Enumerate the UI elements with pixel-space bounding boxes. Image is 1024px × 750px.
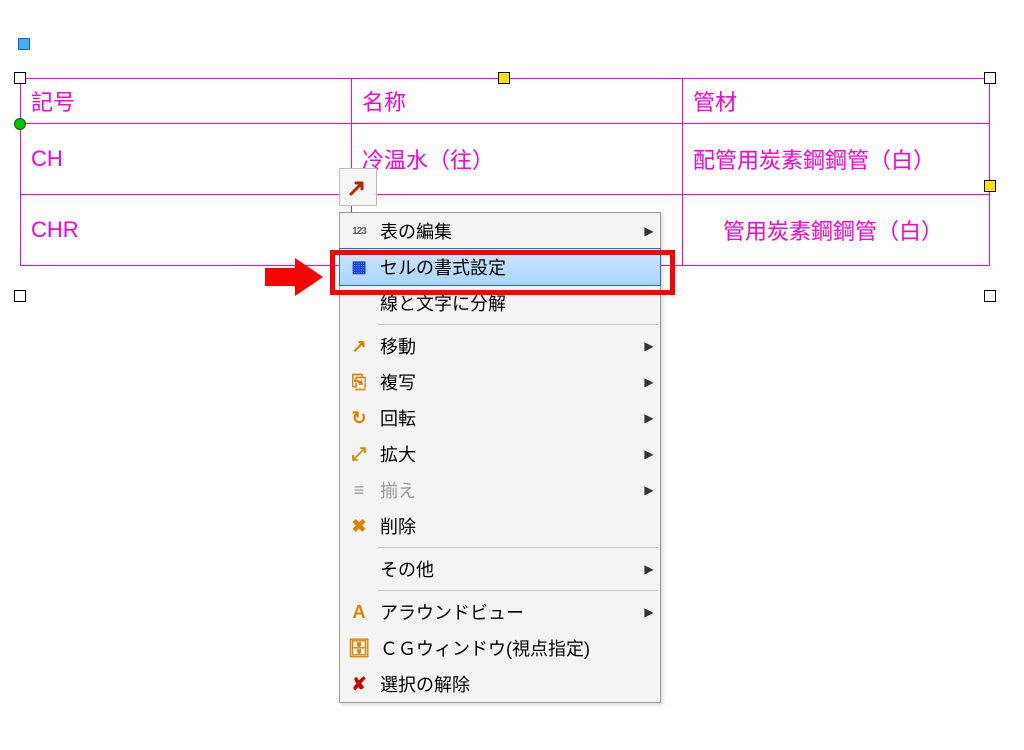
selection-handle[interactable] <box>18 38 30 50</box>
copy-icon: ⎘ <box>340 371 378 393</box>
menu-item[interactable]: Aアラウンドビュー <box>340 594 660 630</box>
move-icon: ↗ <box>340 335 378 357</box>
menu-launcher[interactable] <box>339 168 377 206</box>
deselect-icon: ✘ <box>340 673 378 695</box>
selection-handle[interactable] <box>14 290 26 302</box>
menu-item-label: 拡大 <box>378 441 638 467</box>
rotate-handle[interactable] <box>14 118 26 130</box>
align-icon: ≡ <box>340 479 378 501</box>
around-view-icon: A <box>340 601 378 623</box>
header-symbol[interactable]: 記号 <box>21 79 352 124</box>
menu-item: ≡揃え <box>340 472 660 508</box>
menu-separator <box>378 547 658 548</box>
submenu-arrow-icon <box>638 447 660 461</box>
menu-item[interactable]: ⤢拡大 <box>340 436 660 472</box>
table-row: 記号 名称 管材 <box>21 79 990 124</box>
menu-separator <box>378 590 658 591</box>
menu-item-label: その他 <box>378 556 638 582</box>
menu-item-label: 削除 <box>378 513 638 539</box>
selection-handle[interactable] <box>984 180 996 192</box>
submenu-arrow-icon <box>638 224 660 238</box>
submenu-arrow-icon <box>638 605 660 619</box>
menu-item-label: 回転 <box>378 405 638 431</box>
menu-item[interactable]: ▦セルの書式設定 <box>339 248 661 286</box>
cell[interactable]: 配管用炭素鋼鋼管（白） <box>683 124 990 195</box>
menu-item-label: 線と文字に分解 <box>378 290 638 316</box>
menu-item-label: アラウンドビュー <box>378 599 638 625</box>
submenu-arrow-icon <box>638 411 660 425</box>
cell[interactable]: CH <box>21 124 352 195</box>
context-menu: 123表の編集▦セルの書式設定線と文字に分解↗移動⎘複写↻回転⤢拡大≡揃え✖削除… <box>339 212 661 703</box>
header-material[interactable]: 管材 <box>683 79 990 124</box>
cad-canvas[interactable]: 記号 名称 管材 CH 冷温水（往） 配管用炭素鋼鋼管（白） CHR 管用炭素鋼… <box>0 0 1024 750</box>
menu-item-label: 複写 <box>378 369 638 395</box>
submenu-arrow-icon <box>638 483 660 497</box>
menu-item[interactable]: その他 <box>340 551 660 587</box>
menu-item[interactable]: ⎘複写 <box>340 364 660 400</box>
selection-handle[interactable] <box>498 72 510 84</box>
menu-item-label: ＣＧウィンドウ(視点指定) <box>378 635 638 661</box>
cg-window-icon: 🗄 <box>340 637 378 659</box>
cell[interactable]: 管用炭素鋼鋼管（白） <box>683 195 990 266</box>
menu-item-label: 選択の解除 <box>378 671 638 697</box>
edit-number-icon: 123 <box>340 220 378 242</box>
menu-item-label: 表の編集 <box>378 218 638 244</box>
cell[interactable]: 冷温水（往） <box>352 124 683 195</box>
cell[interactable]: CHR <box>21 195 352 266</box>
selection-handle[interactable] <box>14 72 26 84</box>
menu-item[interactable]: 線と文字に分解 <box>340 285 660 321</box>
cell-format-icon: ▦ <box>340 256 378 278</box>
submenu-arrow-icon <box>638 562 660 576</box>
selection-handle[interactable] <box>984 72 996 84</box>
scale-icon: ⤢ <box>340 443 378 465</box>
submenu-arrow-icon <box>638 375 660 389</box>
header-name[interactable]: 名称 <box>352 79 683 124</box>
menu-item[interactable]: ✖削除 <box>340 508 660 544</box>
menu-item-label: 揃え <box>378 477 638 503</box>
arrow-up-right-icon <box>347 176 369 198</box>
menu-separator <box>378 324 658 325</box>
menu-item-label: セルの書式設定 <box>378 254 638 280</box>
menu-item[interactable]: ✘選択の解除 <box>340 666 660 702</box>
menu-item[interactable]: ↻回転 <box>340 400 660 436</box>
menu-item[interactable]: 🗄ＣＧウィンドウ(視点指定) <box>340 630 660 666</box>
table-row: CH 冷温水（往） 配管用炭素鋼鋼管（白） <box>21 124 990 195</box>
menu-item[interactable]: 123表の編集 <box>340 213 660 249</box>
delete-icon: ✖ <box>340 515 378 537</box>
selection-handle[interactable] <box>984 290 996 302</box>
rotate-icon: ↻ <box>340 407 378 429</box>
menu-item-label: 移動 <box>378 333 638 359</box>
menu-item[interactable]: ↗移動 <box>340 328 660 364</box>
submenu-arrow-icon <box>638 339 660 353</box>
